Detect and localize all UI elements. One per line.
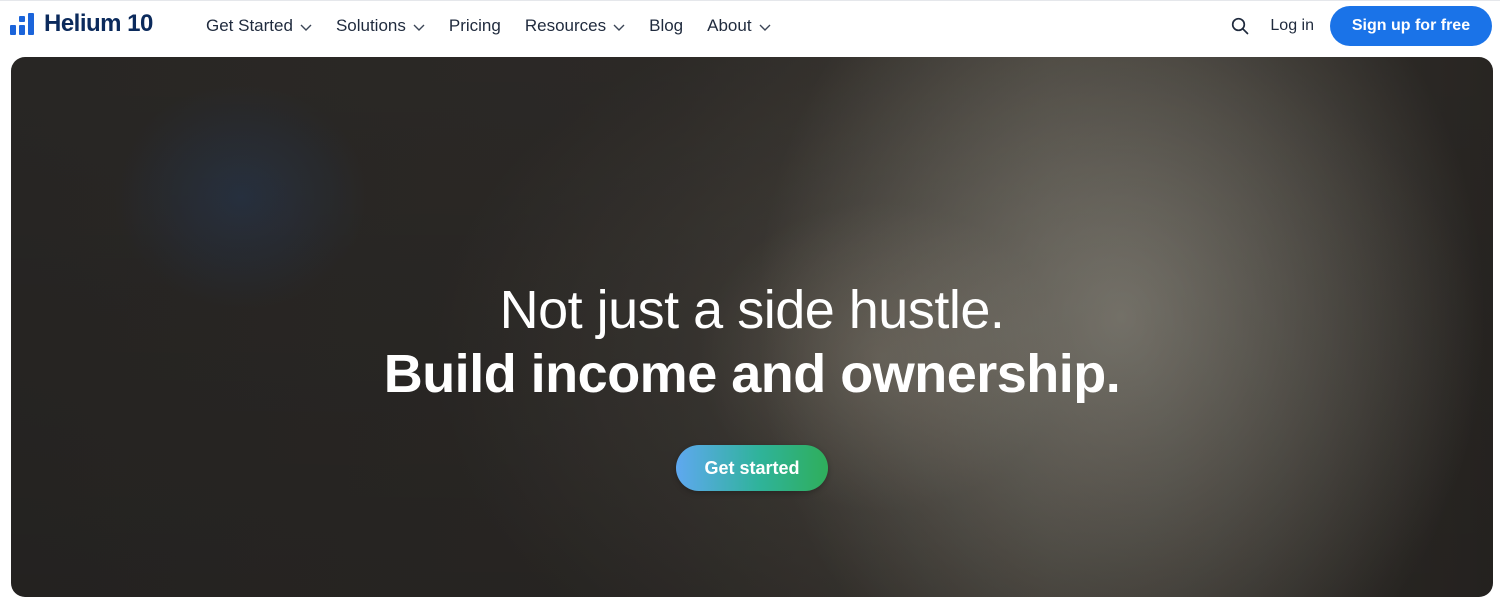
nav-actions: Log in Sign up for free — [1229, 6, 1500, 46]
get-started-button[interactable]: Get started — [676, 445, 828, 491]
menu-item-solutions[interactable]: Solutions — [336, 16, 425, 36]
logo-text: Helium 10 — [44, 10, 153, 37]
chevron-down-icon — [300, 24, 312, 31]
menu-item-pricing[interactable]: Pricing — [449, 16, 501, 36]
menu-item-label: Resources — [524, 16, 607, 35]
search-button[interactable] — [1229, 15, 1251, 37]
search-icon — [1232, 17, 1249, 35]
menu-item-label: Solutions — [335, 16, 406, 35]
helium10-logo[interactable]: Helium 10 — [10, 10, 153, 38]
menu-item-label: Pricing — [448, 16, 501, 35]
main-menu: Get Started Solutions Pricing Resources … — [206, 13, 795, 39]
chevron-down-icon — [613, 24, 625, 31]
menu-item-label: Get Started — [206, 16, 293, 35]
login-link[interactable]: Log in — [1270, 17, 1314, 35]
menu-item-label: About — [707, 16, 752, 35]
menu-item-resources[interactable]: Resources — [525, 16, 625, 36]
hero-headline-line1: Not just a side hustle. — [499, 280, 1005, 340]
menu-item-label: Blog — [649, 16, 684, 35]
menu-item-blog[interactable]: Blog — [649, 16, 683, 36]
menu-item-get-started[interactable]: Get Started — [206, 16, 312, 36]
hero-headline-line2: Build income and ownership. — [383, 344, 1121, 404]
chevron-down-icon — [759, 24, 771, 31]
hero-banner: Not just a side hustle. Build income and… — [11, 57, 1493, 597]
top-navigation: Helium 10 Get Started Solutions Pricing … — [0, 0, 1500, 50]
signup-button[interactable]: Sign up for free — [1330, 6, 1492, 46]
menu-item-about[interactable]: About — [707, 16, 771, 36]
chevron-down-icon — [413, 24, 425, 31]
logo-bars-icon — [10, 13, 36, 35]
